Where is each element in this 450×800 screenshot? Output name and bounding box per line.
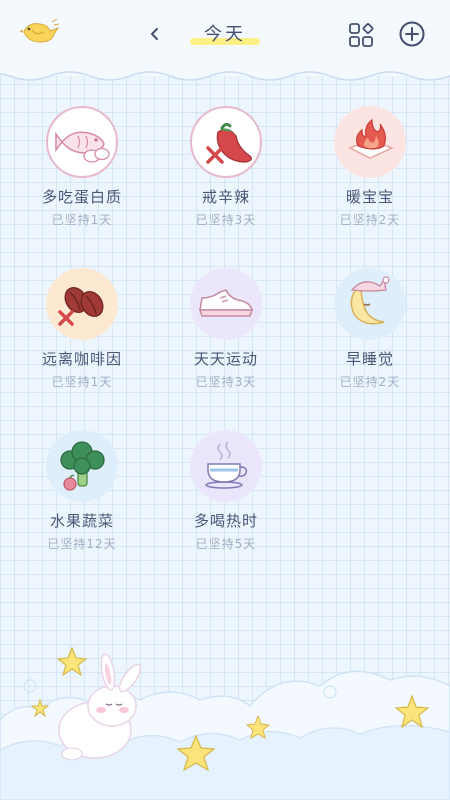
sneaker-icon [198, 289, 254, 317]
habit-name: 水果蔬菜 [49, 512, 114, 530]
habit-card[interactable]: 天天运动 已坚持3天 [154, 268, 298, 398]
habit-icon-circle [46, 268, 118, 340]
broccoli-icon [60, 441, 105, 491]
habit-name: 天天运动 [193, 350, 258, 368]
habit-name: 早睡觉 [345, 350, 394, 368]
habit-card[interactable]: 多喝热时 已坚持5天 [154, 430, 298, 560]
habit-streak: 已坚持5天 [195, 537, 257, 551]
habit-streak: 已坚持2天 [339, 375, 401, 389]
habit-streak: 已坚持2天 [339, 213, 401, 227]
habit-card[interactable]: 多吃蛋白质 已坚持1天 [10, 106, 154, 236]
habit-card[interactable]: 早睡觉 已坚持2天 [298, 268, 442, 398]
page-title-text: 今天 [204, 24, 246, 45]
habit-name: 暖宝宝 [345, 188, 394, 206]
habit-icon-circle [334, 268, 406, 340]
chevron-left-icon[interactable] [146, 22, 162, 46]
habit-card[interactable]: 远离咖啡因 已坚持1天 [10, 268, 154, 398]
fish-egg-icon [55, 131, 110, 163]
habit-name: 远离咖啡因 [41, 350, 122, 368]
grid-icon[interactable] [348, 22, 374, 48]
habit-icon-circle [190, 430, 262, 502]
fire-warmer-icon [348, 118, 394, 159]
habit-name: 多吃蛋白质 [41, 188, 122, 206]
moon-sleep-icon [350, 276, 390, 325]
habit-streak: 已坚持12天 [47, 537, 117, 551]
habit-icon-circle [190, 268, 262, 340]
habit-streak: 已坚持1天 [51, 213, 113, 227]
hot-tea-icon [205, 441, 248, 489]
cloud-bunny-illustration [0, 646, 450, 800]
habit-name: 戒辛辣 [201, 188, 250, 206]
habit-card[interactable]: 戒辛辣 已坚持3天 [154, 106, 298, 236]
header-wave [0, 64, 450, 81]
habit-icon-circle [46, 430, 118, 502]
habit-card[interactable]: 暖宝宝 已坚持2天 [298, 106, 442, 236]
plus-circle-icon[interactable] [398, 20, 426, 48]
habit-streak: 已坚持3天 [195, 375, 257, 389]
no-chili-icon [206, 122, 252, 164]
page-title: 今天 [190, 20, 260, 50]
habit-icon-circle [46, 106, 118, 178]
bird-icon [19, 18, 60, 43]
habit-icon-circle [334, 106, 406, 178]
habit-streak: 已坚持1天 [51, 375, 113, 389]
habit-name: 多喝热时 [193, 512, 258, 530]
habit-card[interactable]: 水果蔬菜 已坚持12天 [10, 430, 154, 560]
no-coffee-icon [58, 287, 104, 326]
habit-icon-circle [190, 106, 262, 178]
habit-streak: 已坚持3天 [195, 213, 257, 227]
